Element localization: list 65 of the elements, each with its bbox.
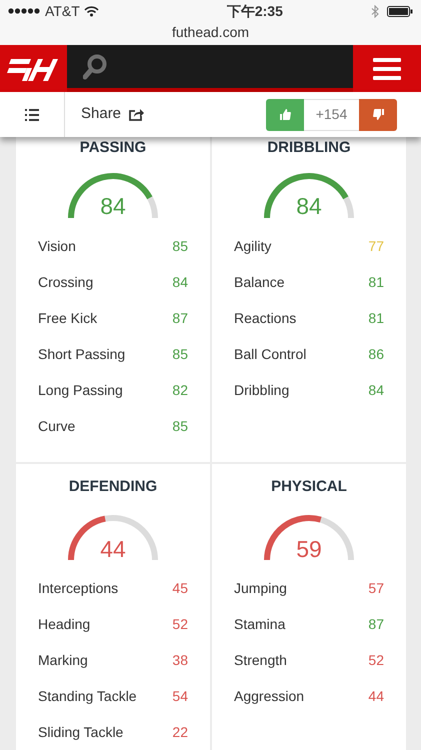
stat-name: Sliding Tackle xyxy=(38,723,124,742)
stat-name: Long Passing xyxy=(38,380,123,400)
stat-name: Strength xyxy=(234,651,287,670)
stat-value: 54 xyxy=(172,687,188,706)
vote-count: +154 xyxy=(316,105,348,124)
clock-time: 下午2:35 xyxy=(226,2,283,20)
stat-name: Aggression xyxy=(234,687,304,706)
stat-value: 85 xyxy=(172,416,188,436)
stat-value: 87 xyxy=(368,615,384,634)
downvote-button[interactable] xyxy=(359,98,397,130)
stat-name: Interceptions xyxy=(38,579,118,598)
stat-value: 85 xyxy=(172,344,188,364)
stat-name: Stamina xyxy=(234,615,286,634)
stat-name: Free Kick xyxy=(38,308,98,328)
url-text: futhead.com xyxy=(172,24,250,40)
signal-icon xyxy=(8,8,41,14)
stat-value: 86 xyxy=(368,344,384,364)
stat-value: 81 xyxy=(368,272,384,292)
list-icon[interactable] xyxy=(25,108,39,120)
thumbs-up-icon xyxy=(280,109,290,120)
stat-name: Vision xyxy=(38,236,76,256)
wifi-icon xyxy=(84,6,99,16)
upvote-button[interactable] xyxy=(266,98,304,130)
overall-rating: 84 xyxy=(100,192,126,221)
stat-value: 57 xyxy=(368,579,384,598)
menu-icon[interactable] xyxy=(373,58,401,80)
section-title: PASSING xyxy=(78,138,148,158)
stat-name: Curve xyxy=(38,416,76,436)
stat-value: 84 xyxy=(172,272,188,292)
stat-value: 87 xyxy=(172,308,188,328)
stat-value: 85 xyxy=(172,236,188,256)
thumbs-down-icon xyxy=(372,109,384,120)
stat-name: Heading xyxy=(38,615,90,634)
stat-name: Marking xyxy=(38,651,88,670)
stat-value: 45 xyxy=(172,579,188,598)
share-icon[interactable] xyxy=(129,108,144,121)
section-title: DRIBBLING xyxy=(266,138,352,158)
battery-icon xyxy=(387,6,413,16)
bluetooth-icon xyxy=(371,4,379,18)
stat-name: Ball Control xyxy=(234,344,306,364)
overall-rating: 84 xyxy=(296,192,322,221)
stat-value: 52 xyxy=(368,651,384,670)
stat-name: Agility xyxy=(234,236,272,256)
stat-name: Crossing xyxy=(38,272,94,292)
section-title: PHYSICAL xyxy=(270,476,348,496)
overall-rating: 44 xyxy=(100,534,126,564)
search-icon[interactable] xyxy=(83,54,107,80)
stat-name: Jumping xyxy=(234,579,287,598)
overall-rating: 59 xyxy=(296,534,322,564)
stat-value: 82 xyxy=(172,380,188,400)
stat-value: 44 xyxy=(368,687,384,706)
stat-value: 52 xyxy=(172,615,188,634)
stat-name: Dribbling xyxy=(234,380,290,400)
stat-name: Balance xyxy=(234,272,285,292)
stat-name: Short Passing xyxy=(38,344,126,364)
stat-value: 22 xyxy=(172,723,188,742)
stat-value: 38 xyxy=(172,651,188,670)
stat-name: Reactions xyxy=(234,308,296,328)
section-title: DEFENDING xyxy=(68,476,158,496)
share-link[interactable]: Share xyxy=(81,103,122,126)
carrier-name: AT&T xyxy=(45,2,80,20)
stat-value: 84 xyxy=(368,380,384,400)
stat-name: Standing Tackle xyxy=(38,687,137,706)
stat-value: 81 xyxy=(368,308,384,328)
stat-value: 77 xyxy=(368,236,384,256)
